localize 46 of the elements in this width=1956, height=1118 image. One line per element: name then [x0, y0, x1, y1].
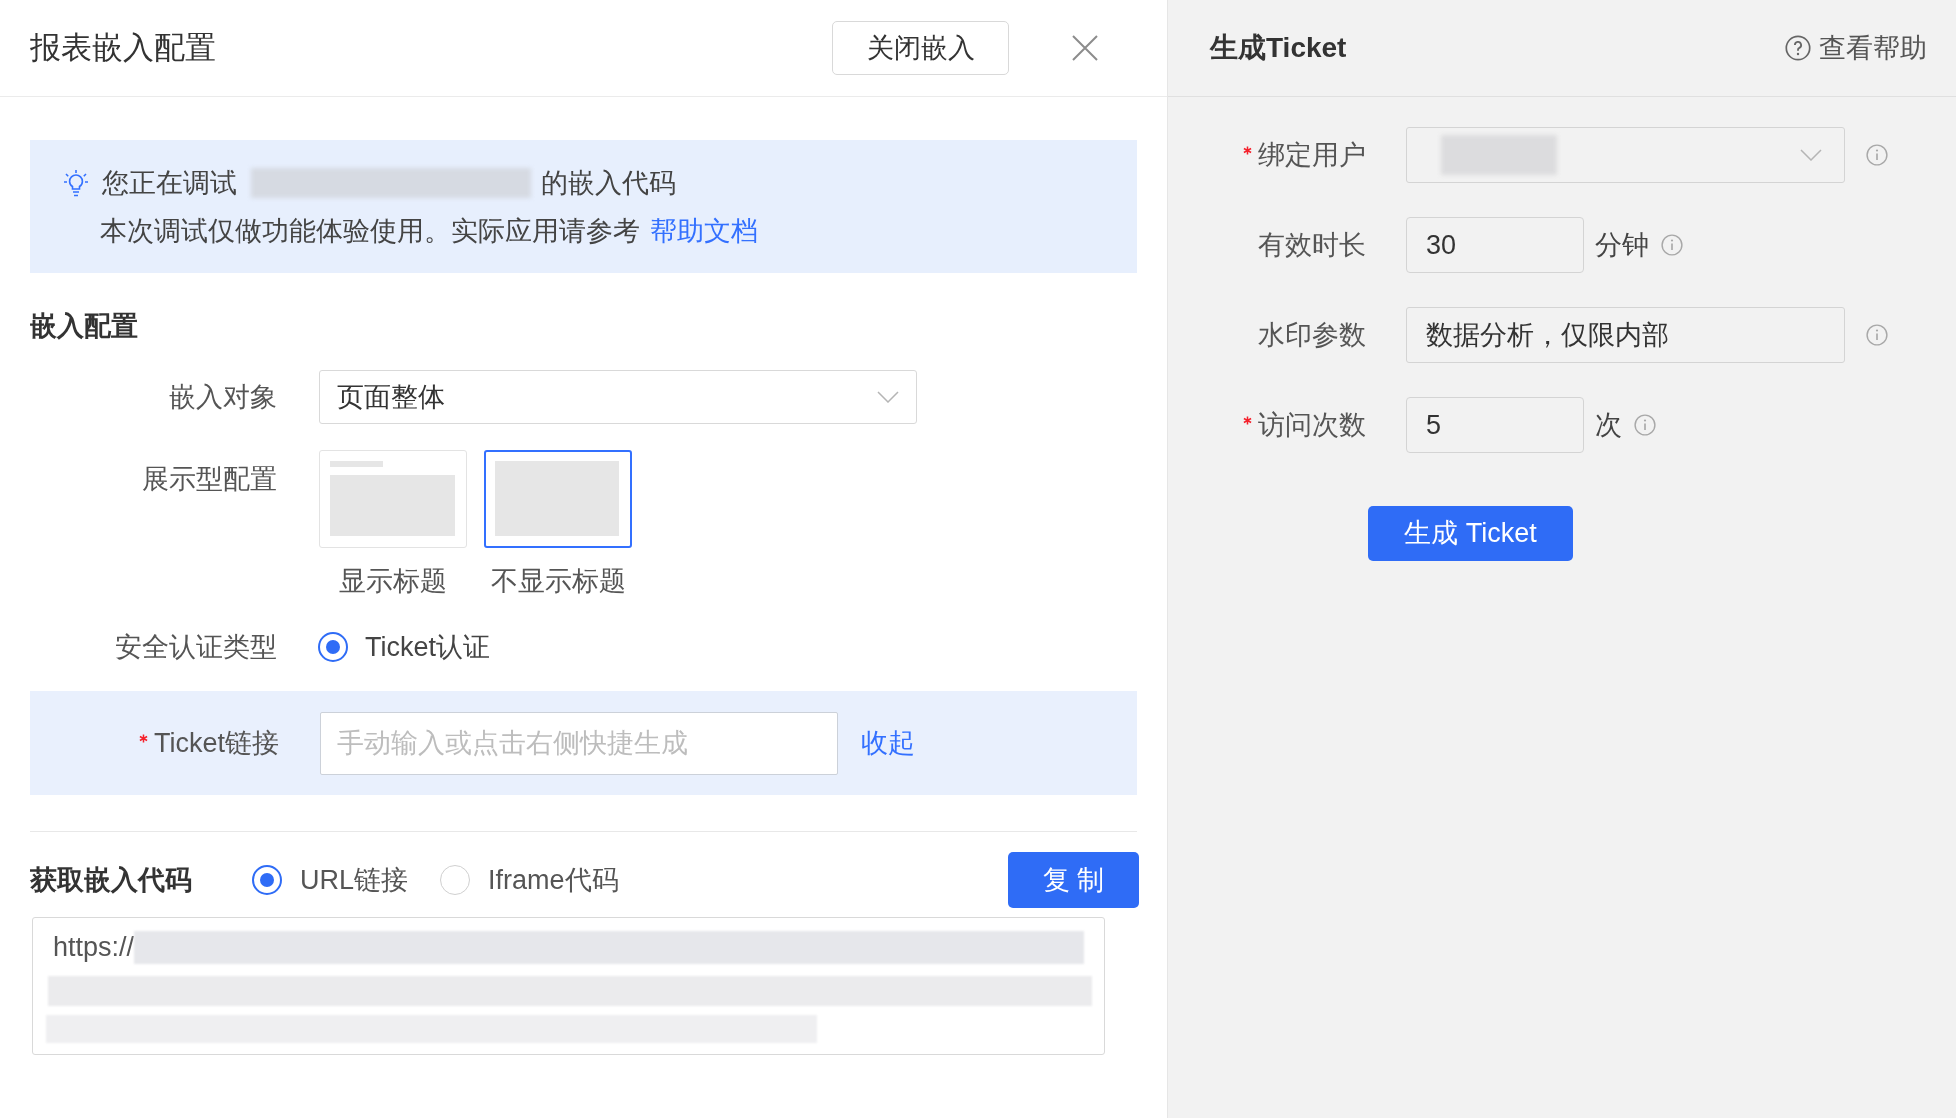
form-label: 嵌入对象 [168, 380, 277, 414]
target-select[interactable]: 页面整体 [319, 370, 917, 424]
number-input[interactable]: 30 [1406, 217, 1584, 273]
chevron-down-icon [877, 391, 899, 403]
layout-option-label: 不显示标题 [490, 565, 626, 598]
dialog-title: 报表嵌入配置 [30, 28, 216, 67]
radio-label: Iframe代码 [488, 863, 619, 897]
notice-text: 您正在调试 [102, 166, 237, 200]
layout-preview-icon [330, 461, 455, 536]
select-value: 页面整体 [337, 380, 445, 414]
generate-ticket-button[interactable]: 生成 Ticket [1368, 506, 1573, 561]
layout-preview-icon [495, 461, 619, 536]
form-label: Ticket链接 [154, 726, 279, 760]
code-box[interactable]: https:// [32, 917, 1105, 1055]
text-input[interactable]: 数据分析，仅限内部 [1406, 307, 1845, 363]
section-title: 获取嵌入代码 [30, 863, 192, 897]
unit-label: 分钟 [1595, 228, 1649, 262]
field-label: 有效时长 [1258, 228, 1366, 262]
unit-label: 次 [1595, 408, 1622, 442]
radio-label: URL链接 [300, 863, 408, 897]
code-text: https:// [53, 931, 135, 965]
notice-text: 的嵌入代码 [541, 166, 676, 200]
copy-button[interactable]: 复 制 [1008, 852, 1139, 908]
radio-button[interactable] [318, 632, 348, 662]
field-label: 访问次数 [1258, 408, 1366, 442]
chevron-down-icon [1800, 149, 1822, 161]
close-embed-button[interactable]: 关闭嵌入 [832, 21, 1009, 75]
field-label: 水印参数 [1258, 318, 1366, 352]
notice-text: 本次调试仅做功能体验使用。实际应用请参考 帮助文档 [100, 215, 758, 248]
number-input[interactable]: 5 [1406, 397, 1584, 453]
layout-option-label: 显示标题 [339, 565, 447, 598]
help-icon [1785, 35, 1811, 61]
panel-title: 生成Ticket [1210, 31, 1347, 65]
lightbulb-icon [63, 169, 89, 197]
close-icon[interactable] [1072, 35, 1098, 61]
help-link[interactable]: 查看帮助 [1785, 27, 1927, 69]
section-title: 嵌入配置 [30, 310, 138, 343]
help-doc-link[interactable]: 帮助文档 [650, 216, 758, 246]
ticket-link-input[interactable]: 手动输入或点击右侧快捷生成 [320, 711, 838, 775]
layout-option-card[interactable] [484, 450, 632, 548]
radio-button[interactable] [252, 865, 282, 895]
collapse-link[interactable]: 收起 [861, 722, 915, 764]
form-label: 展示型配置 [141, 463, 277, 496]
form-label: 安全认证类型 [114, 630, 277, 664]
radio-label: Ticket认证 [365, 630, 490, 664]
field-label: 绑定用户 [1258, 138, 1366, 172]
